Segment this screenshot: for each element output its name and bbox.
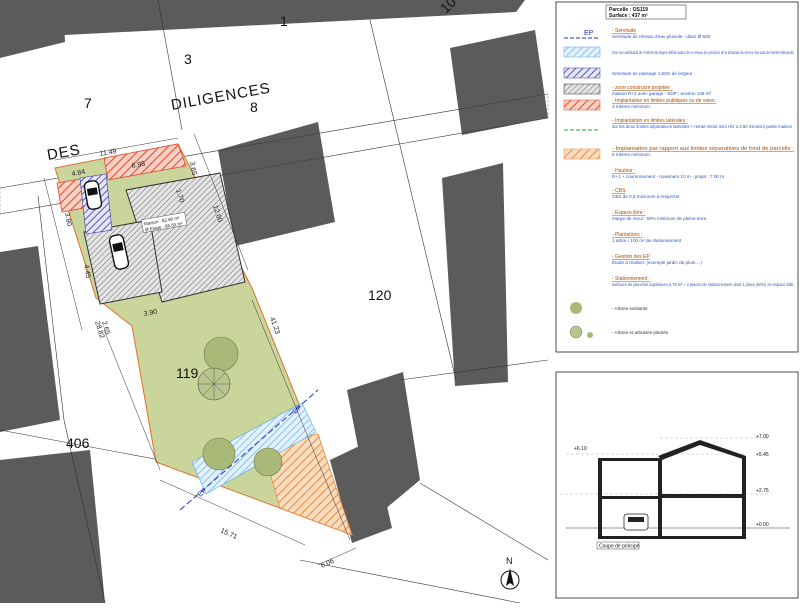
legend-text-stationnement: surfaces de plancher supérieure à 75 m² … [612, 282, 794, 287]
parcel-number-3: 3 [184, 51, 192, 67]
legend-swatch-red [563, 99, 601, 111]
plan-area: Maison : 82.60 m² Ø Etage : 66.50 m² EP … [0, 0, 549, 604]
legend-text-fond: 8 mètres minimum [612, 152, 650, 157]
parcel-number-406: 406 [66, 435, 90, 451]
dim-bottom-right: 6.06 [320, 558, 335, 570]
section-title: Coupe de principe [599, 544, 640, 550]
parcel-number-120: 120 [368, 287, 392, 303]
legend-text-publiques: 3 mètres minimum [612, 104, 650, 109]
dim-left-a: 3.80 [63, 212, 72, 227]
legend-text-zone: maison R+1 avec garage - SDP : environ 1… [612, 91, 712, 96]
level-610: +6.10 [574, 446, 587, 452]
dim-bottom: 15.71 [219, 527, 238, 541]
tree-icon [203, 336, 239, 372]
legend-text-arbres-existants: - Arbres existants [612, 306, 648, 311]
legend-text-servitude: Servitude de réseau d'eau pluviale - dia… [612, 34, 711, 39]
legend-ep-symbol: EP [584, 30, 594, 37]
legend-swatch-orange [563, 148, 601, 160]
level-700: +7.00 [756, 434, 769, 440]
legend-swatch-navy [563, 67, 601, 79]
parcel-number-119: 119 [176, 365, 199, 381]
legend-text-gestion-ep: Etude à réaliser. (exemple jardin de plu… [612, 260, 702, 265]
legend-text-cbs: CBS de 0,5 minimum à respecter. [612, 194, 681, 199]
legend-text-espace: marge de recul : 50% minimum de pleine t… [612, 216, 708, 221]
legend-text-non-aedificandi: zone non aedificandi de 3 mètres de larg… [612, 50, 794, 55]
legend-parcel-area: Surface : 437 m² [609, 13, 648, 19]
legend-text-passage: Servitude de passage 1,50m de largeur [612, 71, 693, 76]
site-plan-sheet: Maison : 82.60 m² Ø Etage : 66.50 m² EP … [0, 0, 800, 604]
street-name-des: DES [46, 141, 82, 164]
legend-text-plantations: 1 arbre / 100 m² de stationnement [612, 238, 682, 243]
section-panel: +6.10 +7.00 +5.45 +2.75 +0.00 Coupe de p… [555, 371, 799, 599]
tree-icon [202, 437, 236, 471]
legend-text-laterales: sur les deux limites séparatives latéral… [612, 124, 792, 129]
parcel-number-8: 8 [250, 99, 258, 115]
legend-swatch-blue [563, 46, 601, 58]
tree-icon [570, 302, 582, 314]
parcel-number-1: 1 [280, 13, 288, 29]
level-000: +0.00 [756, 522, 769, 528]
tree-icon [253, 447, 283, 477]
legend-text-hauteur: R+1 + couronnement - maximum 10 m - proj… [612, 174, 724, 179]
dim-left-b: 4.45 [82, 264, 91, 279]
car-icon [623, 513, 649, 531]
parcel-number-7: 7 [84, 95, 92, 111]
level-545: +5.45 [756, 452, 769, 458]
neighbor-buildings [0, 0, 548, 603]
north-arrow-icon [500, 568, 520, 590]
north-label: N [506, 556, 513, 566]
legend-swatch-grey [563, 83, 601, 95]
legend-panel: Parcelle : OS119 Surface : 437 m² EP - S… [555, 1, 799, 353]
level-275: +2.75 [756, 488, 769, 494]
legend-text-arbres-plantes: - Arbres et arbustes plantés [612, 330, 669, 335]
site-plan-svg: Maison : 82.60 m² Ø Etage : 66.50 m² EP … [0, 0, 799, 604]
tree-icon [197, 367, 231, 401]
